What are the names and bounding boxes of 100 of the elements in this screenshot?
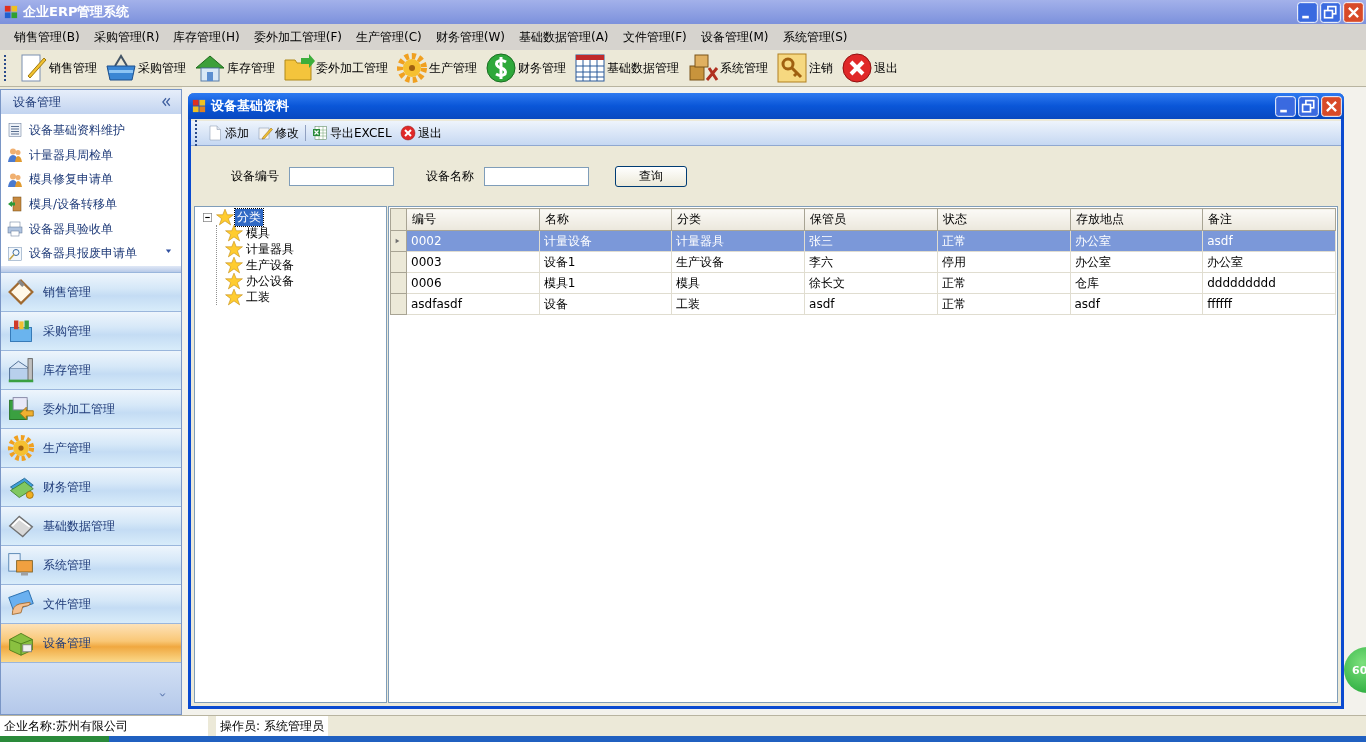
menu-item[interactable]: 财务管理(W) xyxy=(429,26,511,48)
printer-icon xyxy=(7,221,23,237)
sidebar-item[interactable]: 模具修复申请单 xyxy=(7,167,181,192)
column-header[interactable]: 保管员 xyxy=(804,208,938,231)
column-header[interactable]: 状态 xyxy=(937,208,1070,231)
toolbar-button[interactable]: 注销 xyxy=(774,52,835,84)
column-header[interactable]: 编号 xyxy=(406,208,540,231)
table-cell: 停用 xyxy=(937,251,1070,273)
input-field[interactable] xyxy=(484,166,589,186)
nav-button[interactable]: 设备管理 xyxy=(1,623,181,662)
sidebar-item[interactable]: 模具/设备转移单 xyxy=(7,192,181,217)
table-cell: 0003 xyxy=(406,251,540,273)
tree-node[interactable]: 生产设备 xyxy=(244,256,296,274)
table-cell: 模具 xyxy=(671,272,805,294)
window-title: 设备基础资料 xyxy=(211,97,289,115)
field-label: 设备名称 xyxy=(426,167,474,185)
nav-button[interactable]: 财务管理 xyxy=(1,467,181,506)
boxes-icon xyxy=(687,52,719,84)
minimize-button[interactable] xyxy=(1297,1,1318,23)
window-icon xyxy=(192,99,206,113)
query-button[interactable]: 查询 xyxy=(615,165,687,187)
sidebar-item[interactable]: 设备基础资料维护 xyxy=(7,118,181,143)
star-icon xyxy=(225,256,243,274)
folder-icon xyxy=(283,52,315,84)
star-icon xyxy=(225,224,243,242)
table-cell: ddddddddd xyxy=(1202,272,1336,294)
tree-node[interactable]: 计量器具 xyxy=(244,240,296,258)
table-cell: asdf xyxy=(804,293,938,315)
table-cell: 工装 xyxy=(671,293,805,315)
toolbar-button[interactable]: 采购管理 xyxy=(103,52,188,84)
toolbar-button[interactable]: 退出 xyxy=(397,124,444,142)
row-header xyxy=(390,208,407,231)
input-field[interactable] xyxy=(289,166,394,186)
toolbar-button[interactable]: 修改 xyxy=(255,124,301,142)
star-icon xyxy=(216,208,234,226)
table-cell: 正常 xyxy=(937,272,1070,294)
toolbar-button[interactable]: 生产管理 xyxy=(394,52,479,84)
toolbar-button[interactable]: 导出EXCEL xyxy=(310,124,394,142)
form-icon xyxy=(7,122,23,139)
nav-button[interactable]: 采购管理 xyxy=(1,311,181,350)
menu-item[interactable]: 销售管理(B) xyxy=(8,26,86,48)
sidebar-item[interactable]: 设备器具验收单 xyxy=(7,216,181,242)
tree-node[interactable]: 分类 xyxy=(235,208,263,226)
column-header[interactable]: 名称 xyxy=(539,208,672,231)
restore-button[interactable] xyxy=(1298,95,1319,117)
people-icon xyxy=(7,171,23,188)
menu-item[interactable]: 设备管理(M) xyxy=(694,26,775,48)
column-header[interactable]: 存放地点 xyxy=(1070,208,1203,231)
menu-item[interactable]: 生产管理(C) xyxy=(349,26,428,48)
close-button[interactable] xyxy=(1343,1,1364,23)
menu-item[interactable]: 文件管理(F) xyxy=(616,26,693,48)
column-header[interactable]: 分类 xyxy=(671,208,805,231)
table-cell: asdf xyxy=(1070,293,1203,315)
status-text: 企业名称:苏州有限公司 xyxy=(0,715,208,737)
nav-button[interactable]: 库存管理 xyxy=(1,350,181,389)
nav-button[interactable]: 文件管理 xyxy=(1,584,181,623)
toolbar-button[interactable]: 财务管理 xyxy=(483,52,568,84)
tree-node[interactable]: 工装 xyxy=(244,288,272,306)
clipboard-icon xyxy=(7,278,35,306)
table-cell: 办公室 xyxy=(1070,251,1203,273)
toolbar-button[interactable]: 基础数据管理 xyxy=(572,52,681,84)
tree-node[interactable]: 模具 xyxy=(244,224,272,242)
table-cell: 办公室 xyxy=(1202,251,1336,273)
basket-icon xyxy=(105,52,137,84)
nav-button[interactable]: 系统管理 xyxy=(1,545,181,584)
table-cell: 设备1 xyxy=(539,251,672,273)
toolbar-button[interactable]: 库存管理 xyxy=(192,52,277,84)
window-title: 企业ERP管理系统 xyxy=(23,3,130,21)
menu-item[interactable]: 基础数据管理(A) xyxy=(512,26,615,48)
nav-button[interactable]: 基础数据管理 xyxy=(1,506,181,545)
folder-arrow-icon xyxy=(7,395,35,423)
minimize-button[interactable] xyxy=(1275,95,1296,117)
menu-item[interactable]: 采购管理(R) xyxy=(87,26,166,48)
nav-button[interactable]: 生产管理 xyxy=(1,428,181,467)
menu-item[interactable]: 委外加工管理(F) xyxy=(247,26,348,48)
magnifier-icon xyxy=(7,245,23,262)
gear-icon xyxy=(7,434,35,462)
toolbar-button[interactable]: 销售管理 xyxy=(14,52,99,84)
sidebar-item[interactable]: 设备器具报废申请单 xyxy=(7,241,181,267)
sidebar-item[interactable]: 计量器具周检单 xyxy=(7,142,181,168)
toolbar-button[interactable]: 系统管理 xyxy=(685,52,770,84)
close-button[interactable] xyxy=(1321,95,1342,117)
menu-item[interactable]: 库存管理(H) xyxy=(167,26,246,48)
people-icon xyxy=(7,147,23,163)
column-header[interactable]: 备注 xyxy=(1202,208,1336,231)
tree-node[interactable]: 办公设备 xyxy=(244,272,296,290)
table-cell: ffffff xyxy=(1202,293,1336,315)
toolbar-button[interactable]: 退出 xyxy=(839,52,900,84)
toolbar-button[interactable]: 委外加工管理 xyxy=(281,52,390,84)
table-cell: 设备 xyxy=(539,293,672,315)
collapse-icon[interactable] xyxy=(203,212,212,222)
restore-button[interactable] xyxy=(1320,1,1341,23)
nav-button[interactable]: 委外加工管理 xyxy=(1,389,181,428)
toolbar-button[interactable]: 添加 xyxy=(205,124,251,142)
menu-item[interactable]: 系统管理(S) xyxy=(776,26,854,48)
scroll-down-icon xyxy=(164,248,173,254)
table-icon xyxy=(574,52,606,84)
field-label: 设备编号 xyxy=(231,167,279,185)
factory-icon xyxy=(7,356,35,384)
nav-button[interactable]: 销售管理 xyxy=(1,272,181,311)
